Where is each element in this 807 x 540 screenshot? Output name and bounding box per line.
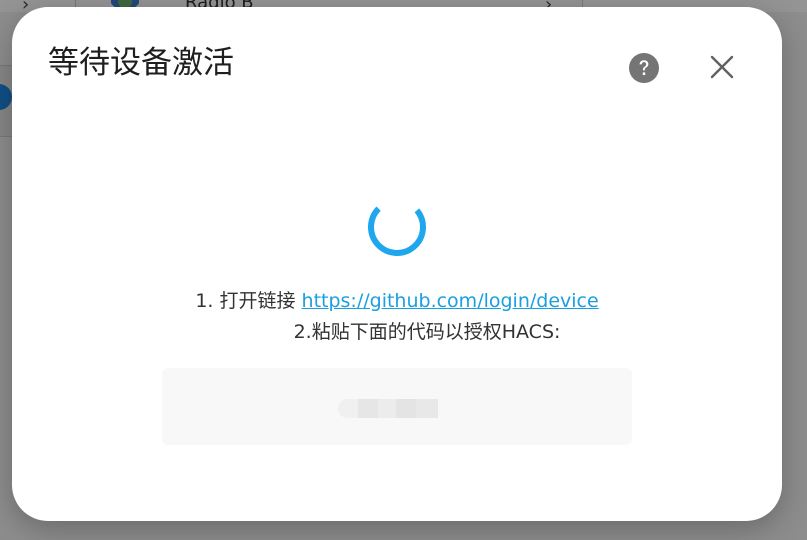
- device-code-redacted: [338, 399, 438, 418]
- device-code-box[interactable]: [162, 368, 632, 445]
- loading-spinner-icon: [368, 198, 426, 256]
- github-device-link[interactable]: https://github.com/login/device: [302, 290, 599, 312]
- dialog-title: 等待设备激活: [48, 45, 234, 81]
- instruction-open-link: 1. 打开链接 https://github.com/login/device: [12, 289, 782, 313]
- close-button[interactable]: [702, 47, 742, 87]
- device-activation-dialog: 等待设备激活 1. 打开链接 https://github.com/login/…: [12, 7, 782, 521]
- close-icon: [710, 55, 734, 79]
- help-button[interactable]: [624, 48, 664, 88]
- help-circle-icon: [629, 53, 659, 83]
- instruction-paste-code: 2.粘贴下面的代码以授权HACS:: [293, 321, 561, 343]
- instruction-1-prefix: 1. 打开链接: [195, 290, 302, 312]
